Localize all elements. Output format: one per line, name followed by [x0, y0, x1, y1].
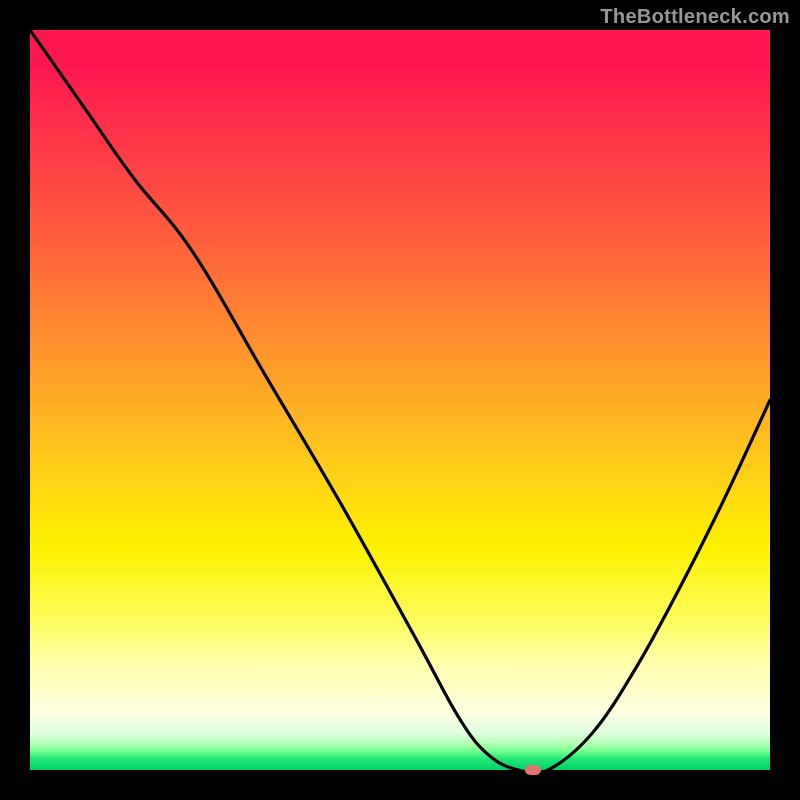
optimal-point-marker: [525, 765, 541, 775]
bottleneck-curve-path: [30, 30, 770, 770]
curve-svg: [30, 30, 770, 770]
chart-frame: TheBottleneck.com: [0, 0, 800, 800]
watermark-text: TheBottleneck.com: [600, 6, 790, 29]
plot-area: [30, 30, 770, 770]
